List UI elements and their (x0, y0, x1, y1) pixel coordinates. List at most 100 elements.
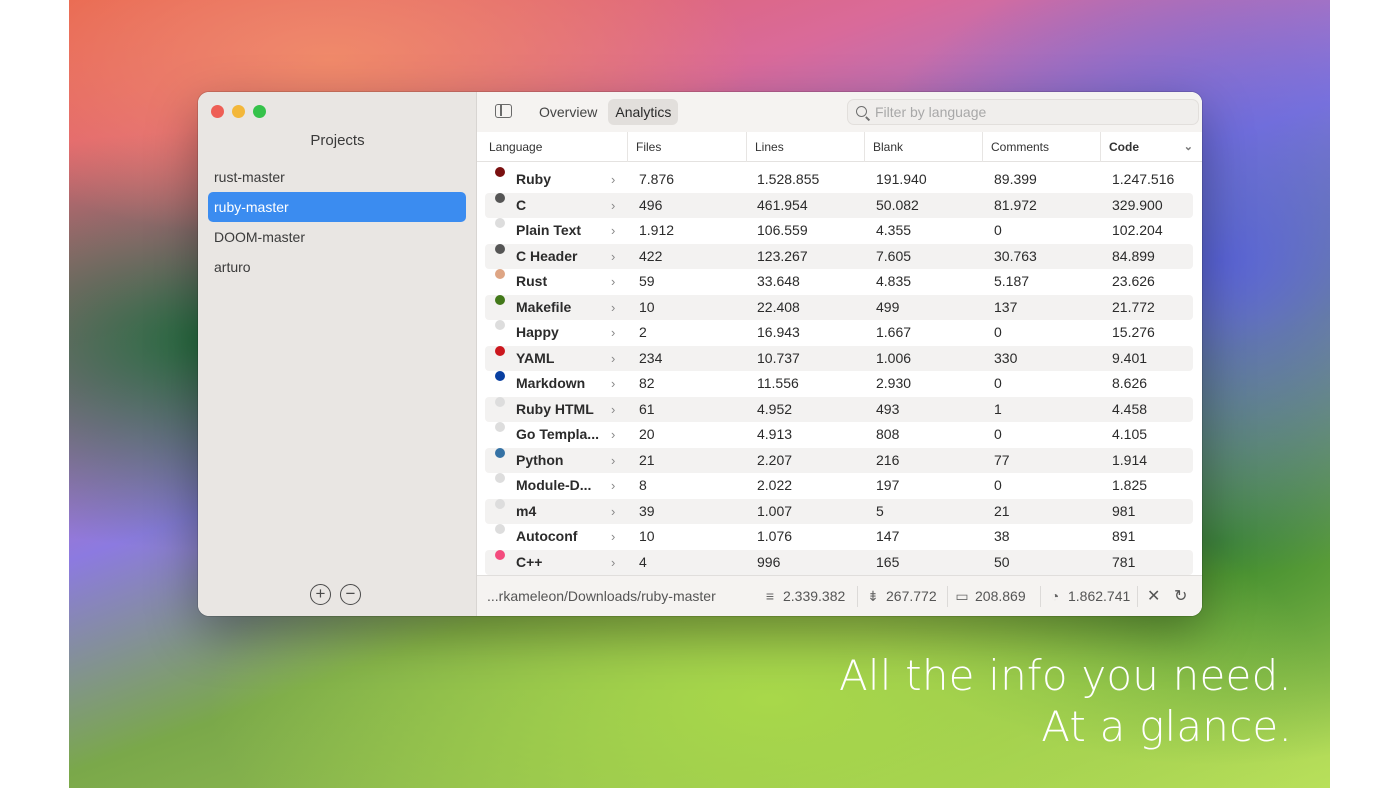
table-row[interactable]: Ruby HTML › 61 4.952 493 1 4.458 (485, 396, 1193, 423)
table-row[interactable]: Ruby › 7.876 1.528.855 191.940 89.399 1.247.51… (485, 167, 1193, 193)
table-row[interactable]: Autoconf › 10 1.076 147 38 891 (485, 524, 1193, 550)
chevron-right-icon[interactable]: › (611, 422, 615, 448)
cell-comments: 89.399 (994, 171, 1037, 187)
cell-files: 496 (639, 196, 663, 213)
traffic-lights (211, 105, 266, 118)
chevron-right-icon[interactable]: › (611, 269, 615, 295)
minus-circle-icon[interactable]: − (340, 584, 361, 605)
search-field[interactable] (847, 99, 1199, 125)
project-item[interactable]: arturo (208, 252, 466, 282)
chevron-right-icon[interactable]: › (611, 397, 615, 423)
cell-files: 59 (639, 273, 655, 289)
cell-files: 10 (639, 298, 655, 315)
chevron-right-icon[interactable]: › (611, 295, 615, 321)
cell-lines: 11.556 (757, 375, 799, 391)
chevron-right-icon[interactable]: › (611, 218, 615, 244)
sidebar-toggle-icon[interactable] (495, 104, 512, 118)
cell-code: 4.458 (1112, 400, 1148, 417)
cell-files: 2 (639, 324, 647, 340)
project-item[interactable]: rust-master (208, 162, 466, 192)
col-header-code-label: Code (1109, 140, 1139, 154)
language-name: Plain Text (516, 222, 582, 238)
search-input[interactable] (875, 100, 1190, 124)
chevron-right-icon[interactable]: › (611, 320, 615, 346)
minimize-button[interactable] (232, 105, 245, 118)
chevron-right-icon[interactable]: › (611, 244, 615, 270)
tab-overview[interactable]: Overview (532, 99, 604, 125)
cell-lines: 2.207 (757, 451, 793, 468)
cell-code: 15.276 (1112, 324, 1155, 340)
col-header-files[interactable]: Files (627, 132, 746, 162)
table-row[interactable]: Go Templa... › 20 4.913 808 0 4.105 (485, 422, 1193, 448)
zoom-button[interactable] (253, 105, 266, 118)
divider (857, 586, 858, 607)
cell-comments: 38 (994, 528, 1010, 544)
cell-files: 4 (639, 553, 647, 570)
cell-lines: 461.954 (757, 196, 808, 213)
cell-code: 8.626 (1112, 375, 1148, 391)
col-header-lines[interactable]: Lines (746, 132, 864, 162)
chevron-right-icon[interactable]: › (611, 473, 615, 499)
cell-comments: 0 (994, 375, 1002, 391)
table-row[interactable]: C Header › 422 123.267 7.605 30.763 84.899 (485, 243, 1193, 270)
chevron-right-icon[interactable]: › (611, 550, 615, 576)
desktop-wallpaper: Projects rust-master ruby-master DOOM-mast… (69, 0, 1330, 788)
col-header-language[interactable]: Language (477, 132, 627, 162)
project-path: ...rkameleon/Downloads/ruby-master (487, 588, 716, 604)
cell-comments: 137 (994, 298, 1018, 315)
table-row[interactable]: Markdown › 82 11.556 2.930 0 8.626 (485, 371, 1193, 397)
tools-icon[interactable]: ✕ (1147, 576, 1160, 616)
project-item[interactable]: DOOM-master (208, 222, 466, 252)
col-header-comments[interactable]: Comments (982, 132, 1100, 162)
chevron-right-icon[interactable]: › (611, 448, 615, 474)
table-row[interactable]: m4 › 39 1.007 5 21 981 (485, 498, 1193, 525)
language-name: Autoconf (516, 528, 578, 544)
cell-blank: 4.355 (876, 222, 912, 238)
sidebar-actions: + − (310, 584, 361, 605)
table-row[interactable]: Plain Text › 1.912 106.559 4.355 0 102.204 (485, 218, 1193, 244)
refresh-icon[interactable]: ↻ (1174, 576, 1187, 616)
cell-blank: 191.940 (876, 171, 927, 187)
cell-blank: 7.605 (876, 247, 912, 264)
divider (947, 586, 948, 607)
table-row[interactable]: YAML › 234 10.737 1.006 330 9.401 (485, 345, 1193, 372)
chevron-right-icon[interactable]: › (611, 346, 615, 372)
stat-comments-value: 208.869 (975, 588, 1026, 604)
tab-analytics[interactable]: Analytics (608, 99, 679, 125)
table-row[interactable]: C › 496 461.954 50.082 81.972 329.900 (485, 192, 1193, 219)
chevron-right-icon[interactable]: › (611, 371, 615, 397)
chevron-right-icon[interactable]: › (611, 524, 615, 550)
col-header-blank[interactable]: Blank (864, 132, 982, 162)
language-color-dot (495, 549, 505, 560)
table-row[interactable]: Rust › 59 33.648 4.835 5.187 23.626 (485, 269, 1193, 295)
cell-code: 4.105 (1112, 426, 1148, 442)
cell-blank: 165 (876, 553, 900, 570)
language-color-dot (495, 473, 505, 483)
chevron-right-icon[interactable]: › (611, 193, 615, 219)
table-row[interactable]: Python › 21 2.207 216 77 1.914 (485, 447, 1193, 474)
language-color-dot (495, 345, 505, 356)
cell-lines: 1.528.855 (757, 171, 820, 187)
cell-lines: 16.943 (757, 324, 800, 340)
language-name: Ruby HTML (516, 400, 594, 417)
table-row[interactable]: C++ › 4 996 165 50 781 (485, 549, 1193, 576)
close-button[interactable] (211, 105, 224, 118)
sidebar-title: Projects (310, 132, 365, 149)
tagline: All the info you need. At a glance. (839, 650, 1292, 752)
stat-blank-value: 267.772 (886, 588, 937, 604)
chevron-right-icon[interactable]: › (611, 499, 615, 525)
cell-lines: 22.408 (757, 298, 800, 315)
cell-code: 21.772 (1112, 298, 1155, 315)
cell-code: 981 (1112, 502, 1136, 519)
sidebar: Projects rust-master ruby-master DOOM-mast… (198, 92, 477, 616)
project-item[interactable]: ruby-master (208, 192, 466, 222)
col-header-code[interactable]: Code ⌄ (1100, 132, 1202, 162)
status-bar: ...rkameleon/Downloads/ruby-master ≡ 2.3… (477, 575, 1202, 616)
language-color-dot (495, 396, 505, 407)
table-row[interactable]: Happy › 2 16.943 1.667 0 15.276 (485, 320, 1193, 346)
stat-lines-value: 2.339.382 (783, 588, 846, 604)
table-row[interactable]: Makefile › 10 22.408 499 137 21.772 (485, 294, 1193, 321)
plus-circle-icon[interactable]: + (310, 584, 331, 605)
table-row[interactable]: Module-D... › 8 2.022 197 0 1.825 (485, 473, 1193, 499)
chevron-right-icon[interactable]: › (611, 167, 615, 193)
